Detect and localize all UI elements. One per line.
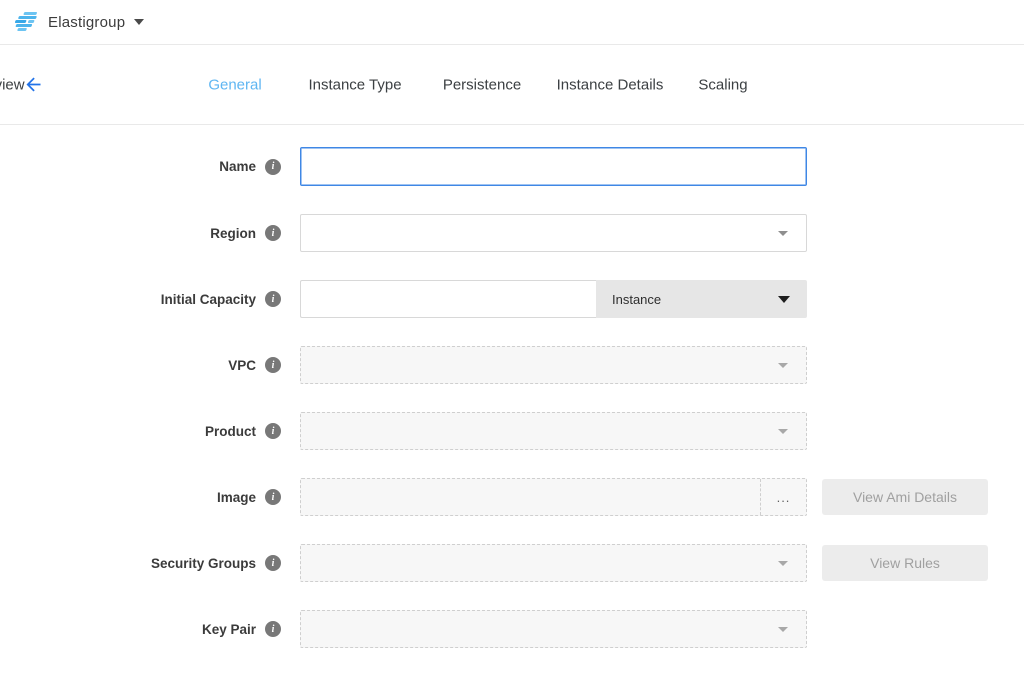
image-value [301,479,760,515]
info-icon[interactable]: i [265,621,281,637]
info-icon[interactable]: i [265,225,281,241]
wizard-tab-bar: General Instance Type Persistence Instan… [0,45,1024,125]
browse-ami-button[interactable]: ... [760,479,806,515]
form-row-product: Product i [0,412,1024,450]
tab-persistence[interactable]: Persistence [443,76,521,93]
key-pair-select[interactable] [300,610,807,648]
security-groups-select[interactable] [300,544,807,582]
form-row-vpc: VPC i [0,346,1024,384]
initial-capacity-label: Initial Capacity [161,292,256,307]
info-icon[interactable]: i [265,555,281,571]
region-select[interactable] [300,214,807,252]
info-icon[interactable]: i [265,291,281,307]
view-ami-details-button[interactable]: View Ami Details [822,479,988,515]
view-rules-button[interactable]: View Rules [822,545,988,581]
product-select[interactable] [300,412,807,450]
product-label: Product [205,424,256,439]
general-settings-form: Name i Region i Initial Capacity i [0,125,1024,648]
name-input[interactable] [300,147,807,186]
chevron-down-icon [778,561,788,566]
chevron-down-icon [778,231,788,236]
form-row-initial-capacity: Initial Capacity i Instance [0,280,1024,318]
tab-general[interactable]: General [208,76,261,93]
info-icon[interactable]: i [265,357,281,373]
chevron-down-icon [778,363,788,368]
name-label: Name [219,159,256,174]
capacity-unit-value: Instance [612,292,661,307]
key-pair-label: Key Pair [202,622,256,637]
form-row-name: Name i [0,147,1024,186]
chevron-down-icon [134,19,144,25]
region-label: Region [210,226,256,241]
chevron-down-icon [778,429,788,434]
back-button[interactable] [21,73,45,97]
tab-instance-type[interactable]: Instance Type [308,76,401,93]
initial-capacity-input[interactable] [300,280,596,318]
info-icon[interactable]: i [265,489,281,505]
image-label: Image [217,490,256,505]
app-switcher[interactable]: Elastigroup [48,14,144,31]
tab-instance-details[interactable]: Instance Details [557,76,664,93]
info-icon[interactable]: i [265,159,281,175]
tab-scaling[interactable]: Scaling [698,76,747,93]
security-groups-label: Security Groups [151,556,256,571]
chevron-down-icon [778,296,790,303]
info-icon[interactable]: i [265,423,281,439]
arrow-left-icon [23,74,44,95]
app-title: Elastigroup [48,14,125,31]
chevron-down-icon [778,627,788,632]
image-input[interactable]: ... [300,478,807,516]
tab-review[interactable]: Review [0,76,25,93]
app-header: Elastigroup [0,0,1024,45]
form-row-image: Image i ... View Ami Details [0,478,1024,516]
elastigroup-logo-icon [11,12,41,32]
form-row-region: Region i [0,214,1024,252]
capacity-unit-select[interactable]: Instance [596,280,807,318]
form-row-security-groups: Security Groups i View Rules [0,544,1024,582]
form-row-key-pair: Key Pair i [0,610,1024,648]
vpc-label: VPC [228,358,256,373]
vpc-select[interactable] [300,346,807,384]
